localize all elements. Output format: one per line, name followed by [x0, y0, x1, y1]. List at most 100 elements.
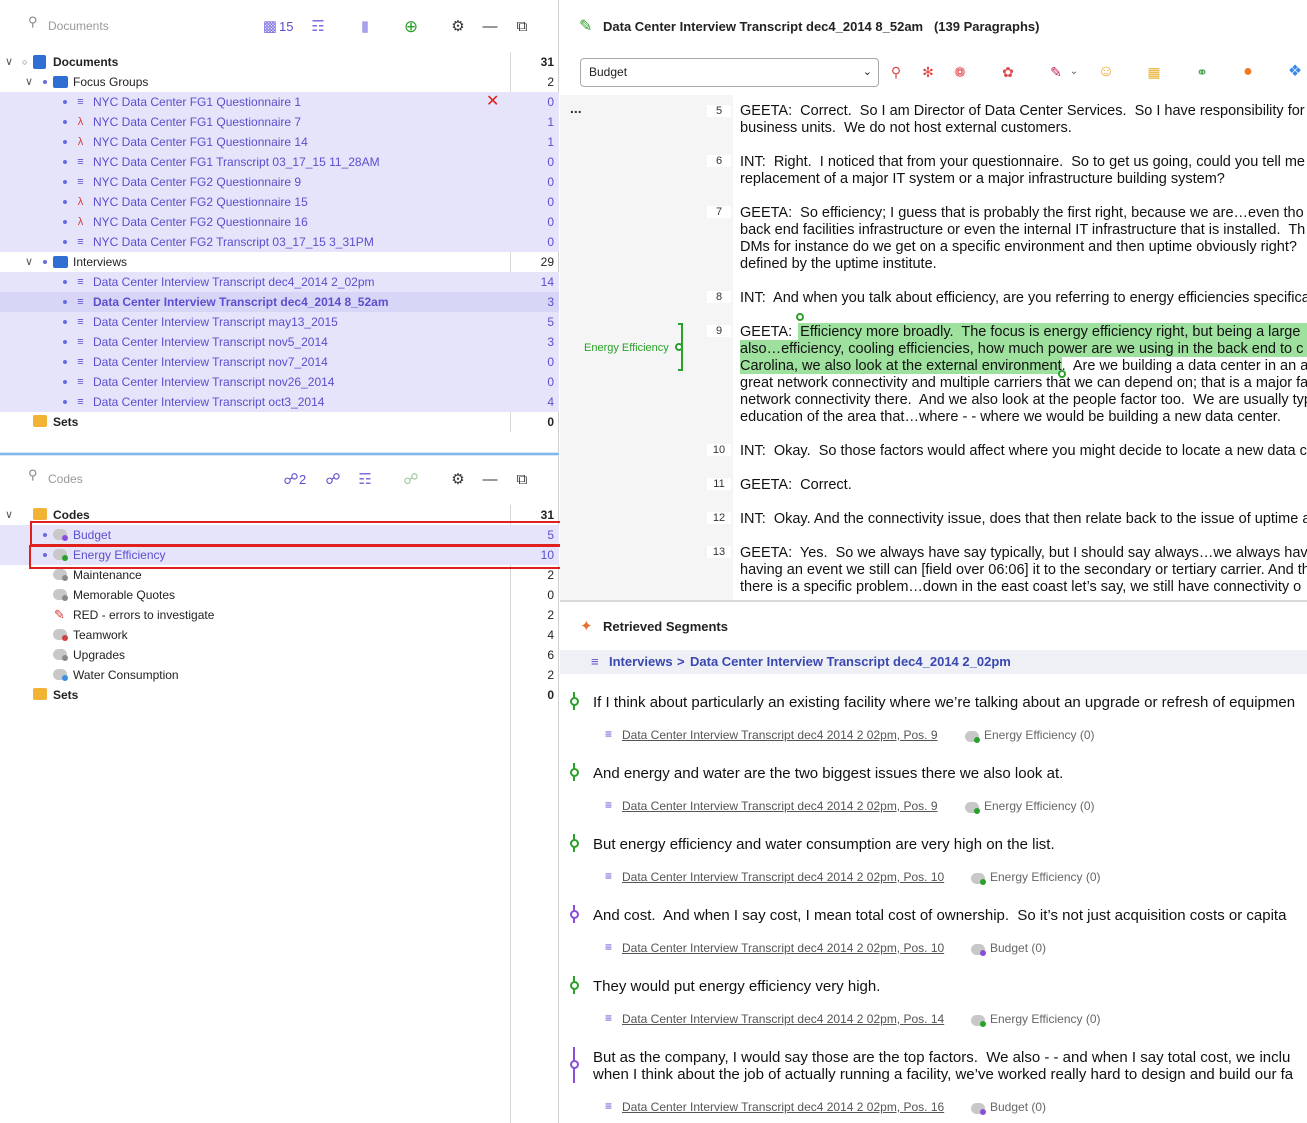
documents-root[interactable]: ∨ ○ Documents 31 [0, 52, 559, 72]
segment-text[interactable]: But energy efficiency and water consumpt… [593, 836, 1055, 853]
doc-row[interactable]: ≡ Data Center Interview Transcript may13_… [0, 312, 559, 332]
segment-source-link[interactable]: Data Center Interview Transcript dec4 20… [622, 1012, 944, 1026]
code-row-water-consumption[interactable]: Water Consumption 2 [0, 665, 559, 685]
status-dot [63, 320, 67, 324]
doc-group-interviews[interactable]: ∨ Interviews 29 [0, 252, 559, 272]
doc-row[interactable]: λ NYC Data Center FG1 Questionnaire 7 1 [0, 112, 559, 132]
document-text-area[interactable]: ... Energy Efficiency 5 GEETA: Correct. … [560, 95, 1307, 600]
collapse-icon[interactable]: ∨ [25, 72, 33, 92]
status-dot [63, 400, 67, 404]
doc-label: NYC Data Center FG2 Questionnaire 16 [93, 215, 308, 229]
text-doc-icon: ≡ [77, 236, 84, 248]
codes-search[interactable]: Codes [48, 472, 83, 486]
search-icon[interactable]: ⚲ [28, 14, 38, 30]
doc-row[interactable]: ≡ Data Center Interview Transcript dec4_2… [0, 272, 559, 292]
doc-row[interactable]: ≡ Data Center Interview Transcript nov5_2… [0, 332, 559, 352]
text-doc-icon: ≡ [77, 176, 84, 188]
segment-text[interactable]: And cost. And when I say cost, I mean to… [593, 907, 1286, 924]
chevron-down-icon[interactable]: ⌄ [1065, 63, 1083, 81]
doc-group-focus-groups[interactable]: ∨ Focus Groups 2 [0, 72, 559, 92]
code-select[interactable]: Budget ⌄ [580, 58, 879, 87]
panel-splitter[interactable] [560, 600, 1307, 602]
paragraph: INT: Okay. And the connectivity issue, d… [740, 511, 1307, 528]
search-icon[interactable]: ⚲ [28, 467, 38, 483]
new-doc-icon[interactable]: ☶ [355, 470, 375, 490]
link-icon[interactable]: ⚭ [1193, 63, 1211, 81]
breadcrumb-separator: > [677, 654, 685, 669]
doc-row[interactable]: λ NYC Data Center FG2 Questionnaire 15 0 [0, 192, 559, 212]
doc-row[interactable]: ≡ NYC Data Center FG2 Questionnaire 9 0 [0, 172, 559, 192]
maximize-icon[interactable]: ⧉ [512, 470, 532, 490]
code-row-teamwork[interactable]: Teamwork 4 [0, 625, 559, 645]
segment-text[interactable]: And energy and water are the two biggest… [593, 765, 1063, 782]
translate-icon[interactable]: ❖ [1286, 63, 1304, 81]
paragraph-line: network connectivity there. And we also … [740, 392, 1307, 408]
code-pin-icon[interactable]: ⚲ [887, 63, 905, 81]
highlighter-icon[interactable]: ✎ [1047, 63, 1065, 81]
code-row-memorable-quotes[interactable]: Memorable Quotes 0 [0, 585, 559, 605]
close-icon[interactable]: ✕ [486, 92, 499, 112]
add-icon[interactable]: ⊕ [401, 17, 421, 37]
code-row-upgrades[interactable]: Upgrades 6 [0, 645, 559, 665]
doc-row[interactable]: λ NYC Data Center FG2 Questionnaire 16 0 [0, 212, 559, 232]
selection-handle[interactable] [796, 313, 804, 321]
code-tag-icon [53, 629, 68, 641]
paragraph-number: 13 [707, 546, 731, 558]
activate-doc-icon[interactable]: ☶ [308, 17, 328, 37]
breadcrumb-doc[interactable]: Data Center Interview Transcript dec4_20… [690, 650, 1011, 674]
breadcrumb-group[interactable]: Interviews [609, 650, 673, 674]
new-memo-icon[interactable]: ▦ [1145, 63, 1163, 81]
doc-row[interactable]: ≡ NYC Data Center FG1 Questionnaire 1 ✕ 0 [0, 92, 559, 112]
doc-row[interactable]: ≡ Data Center Interview Transcript oct3_2… [0, 392, 559, 412]
segment-source-link[interactable]: Data Center Interview Transcript dec4 20… [622, 941, 944, 955]
segment-text[interactable]: If I think about particularly an existin… [593, 694, 1295, 711]
doc-label: Data Center Interview Transcript dec4_20… [93, 275, 375, 289]
code-add-icon[interactable]: ✻ [919, 63, 937, 81]
doc-count-cell: 3 [547, 295, 554, 309]
doc-count-cell: 1 [547, 115, 554, 129]
segment-source-link[interactable]: Data Center Interview Transcript dec4 20… [622, 870, 944, 884]
documents-icon[interactable]: ▩ [260, 17, 280, 37]
doc-row[interactable]: ≡ Data Center Interview Transcript nov26_… [0, 372, 559, 392]
smiley-icon[interactable]: ☺ [1097, 63, 1115, 81]
doc-row[interactable]: λ NYC Data Center FG1 Questionnaire 14 1 [0, 132, 559, 152]
codes-icon[interactable]: ☍ [281, 470, 301, 490]
collapse-icon[interactable]: ∨ [25, 252, 33, 272]
document-sets[interactable]: Sets 0 [0, 412, 559, 432]
collapse-icon[interactable]: ∨ [5, 52, 13, 72]
doc-label: NYC Data Center FG1 Transcript 03_17_15 … [93, 155, 380, 169]
panel-splitter[interactable] [0, 452, 559, 456]
code-multi-icon[interactable]: ❁ [951, 63, 969, 81]
comment-icon[interactable]: ● [1239, 63, 1257, 81]
code-sets[interactable]: Sets 0 [0, 685, 559, 705]
minimize-icon[interactable]: — [480, 17, 500, 37]
activate-code-icon[interactable]: ☍ [323, 470, 343, 490]
ellipsis-menu[interactable]: ... [570, 100, 582, 116]
status-dot [63, 140, 67, 144]
doc-row[interactable]: ≡ Data Center Interview Transcript nov7_2… [0, 352, 559, 372]
edit-icon[interactable]: ✎ [579, 16, 592, 36]
code-row-red-errors[interactable]: ✎ RED - errors to investigate 2 [0, 605, 559, 625]
maximize-icon[interactable]: ⧉ [512, 17, 532, 37]
documents-search[interactable]: Documents [48, 19, 109, 33]
new-doc-icon[interactable]: ▮ [355, 17, 375, 37]
code-select-value: Budget [589, 65, 628, 79]
segment-source-link[interactable]: Data Center Interview Transcript dec4 20… [622, 1100, 944, 1114]
segment-code: Energy Efficiency (0) [990, 1012, 1101, 1026]
collapse-icon[interactable]: ∨ [5, 505, 13, 525]
gear-icon[interactable]: ⚙ [448, 17, 468, 37]
new-code-icon[interactable]: ☍ [401, 470, 421, 490]
doc-group-label: Interviews [73, 255, 128, 269]
segment-source-link[interactable]: Data Center Interview Transcript dec4 20… [622, 799, 938, 813]
segment-text[interactable]: They would put energy efficiency very hi… [593, 978, 880, 995]
doc-row-active[interactable]: ≡ Data Center Interview Transcript dec4_2… [0, 292, 559, 312]
gear-icon[interactable]: ⚙ [448, 470, 468, 490]
minimize-icon[interactable]: — [480, 470, 500, 490]
emoticode-icon[interactable]: ✿ [999, 63, 1017, 81]
doc-row[interactable]: ≡ NYC Data Center FG2 Transcript 03_17_15… [0, 232, 559, 252]
segment-source-link[interactable]: Data Center Interview Transcript dec4 20… [622, 728, 938, 742]
doc-row[interactable]: ≡ NYC Data Center FG1 Transcript 03_17_15… [0, 152, 559, 172]
segment-text[interactable]: But as the company, I would say those ar… [593, 1049, 1293, 1083]
paragraph-line: there is a specific problem…down in the … [740, 579, 1302, 595]
doc-count-cell: 14 [540, 275, 554, 289]
